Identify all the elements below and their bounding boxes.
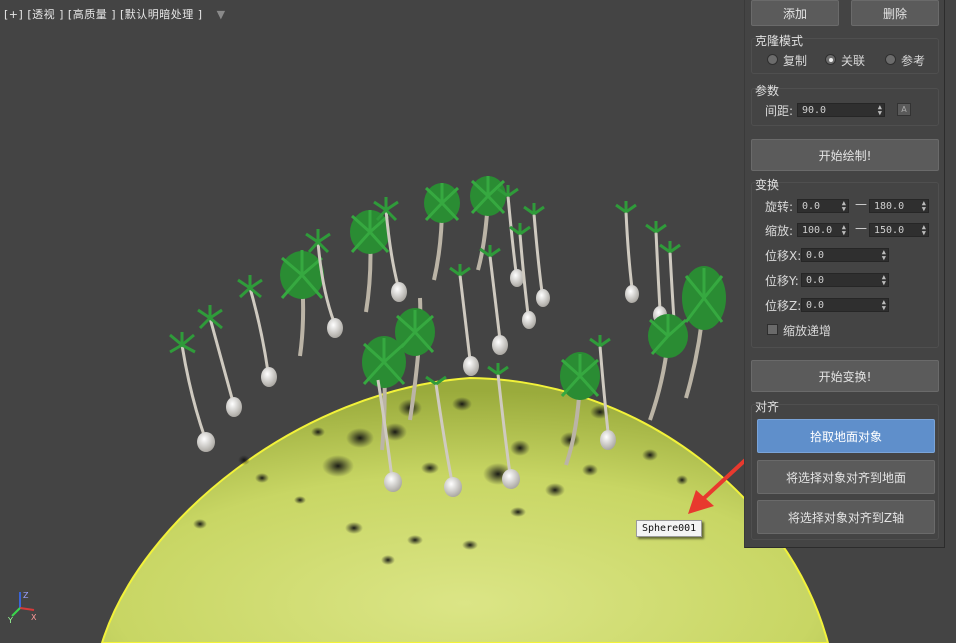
rotate-range-dash: —: [855, 197, 867, 211]
lock-icon[interactable]: A: [897, 103, 911, 116]
object-name-tooltip: Sphere001: [636, 520, 703, 537]
scale-range-dash: —: [855, 221, 867, 235]
clone-mode-title: 克隆模式: [755, 34, 804, 48]
delete-button[interactable]: 删除: [851, 0, 939, 26]
offset-z-spinner[interactable]: 0.0 ▲ ▼: [801, 298, 889, 312]
rotate-max-spinner[interactable]: 180.0 ▲ ▼: [869, 199, 929, 213]
palm-tree: [682, 266, 726, 399]
align-title: 对齐: [755, 400, 780, 414]
scale-label: 缩放:: [765, 224, 794, 238]
palm-tree: [449, 264, 479, 376]
scale-increment-label: 缩放递增: [783, 324, 832, 338]
palm-tree: [523, 203, 550, 307]
offset-y-label: 位移Y:: [765, 274, 799, 288]
radio-copy[interactable]: [767, 54, 778, 65]
pick-ground-object-button[interactable]: 拾取地面对象: [757, 419, 935, 453]
palm-tree: [615, 201, 639, 303]
align-to-z-axis-button[interactable]: 将选择对象对齐到Z轴: [757, 500, 935, 534]
radio-instance-label: 关联: [841, 54, 866, 68]
palm-tree: [479, 245, 508, 355]
align-to-ground-button[interactable]: 将选择对象对齐到地面: [757, 460, 935, 494]
axis-gizmo: Z X Y: [7, 591, 37, 624]
radio-reference[interactable]: [885, 54, 896, 65]
radio-reference-label: 参考: [901, 54, 926, 68]
palm-tree: [645, 221, 667, 324]
ground-sphere: [100, 376, 830, 643]
offset-y-spinner[interactable]: 0.0 ▲ ▼: [801, 273, 889, 287]
spacing-label: 间距:: [765, 104, 794, 118]
offset-x-label: 位移X:: [765, 249, 802, 263]
axis-label-y: Y: [7, 616, 13, 624]
scale-increment-checkbox[interactable]: [767, 324, 778, 335]
rotate-label: 旋转:: [765, 200, 794, 214]
scale-max-spinner[interactable]: 150.0 ▲ ▼: [869, 223, 929, 237]
start-transform-button[interactable]: 开始变换!: [751, 360, 939, 392]
transform-title: 变换: [755, 178, 780, 192]
radio-instance[interactable]: [825, 54, 836, 65]
spacing-spinner[interactable]: 90.0 ▲ ▼: [797, 103, 885, 117]
start-paint-button[interactable]: 开始绘制!: [751, 139, 939, 171]
offset-x-spinner[interactable]: 0.0 ▲ ▼: [801, 248, 889, 262]
params-title: 参数: [755, 84, 780, 98]
object-painter-panel: 添加 删除 克隆模式 复制 关联 参考 参数 间距: 90.0 ▲ ▼ A 开始绘制…: [745, 0, 945, 548]
rotate-min-spinner[interactable]: 0.0 ▲ ▼: [797, 199, 849, 213]
palm-tree: [280, 250, 324, 357]
offset-z-label: 位移Z:: [765, 299, 802, 313]
palm-tree: [197, 305, 242, 417]
radio-copy-label: 复制: [783, 54, 808, 68]
palm-tree: [169, 332, 215, 452]
axis-label-x: X: [31, 613, 37, 622]
scale-min-spinner[interactable]: 100.0 ▲ ▼: [797, 223, 849, 237]
add-button[interactable]: 添加: [751, 0, 839, 26]
palm-tree: [648, 314, 688, 421]
palm-tree: [350, 210, 390, 313]
palm-tree: [424, 183, 460, 281]
axis-label-z: Z: [23, 591, 29, 600]
palm-tree: [237, 275, 277, 387]
